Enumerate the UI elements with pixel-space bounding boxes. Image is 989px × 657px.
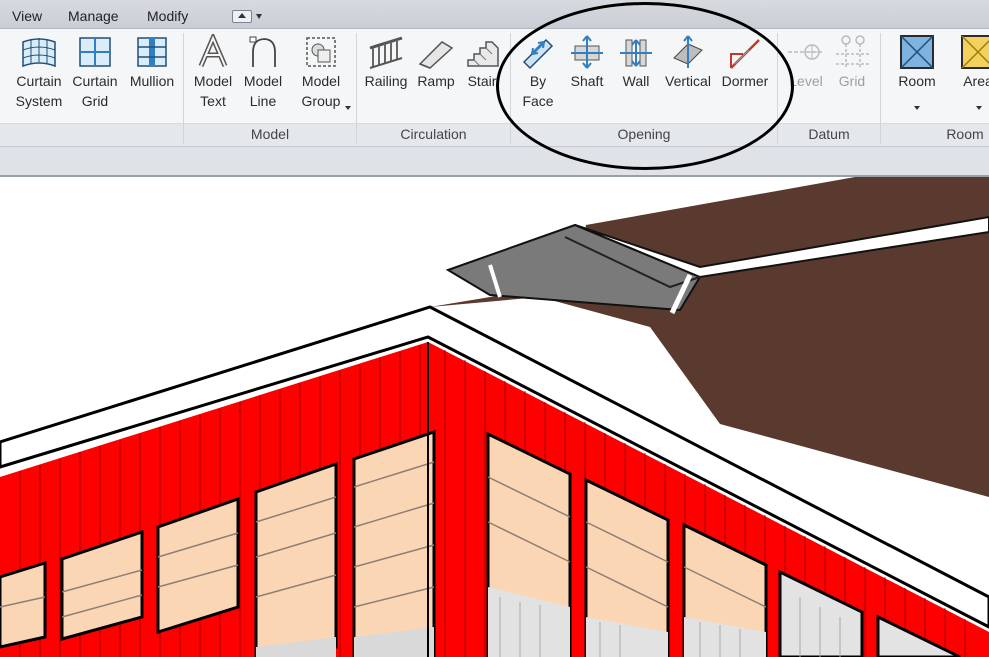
model-group-icon [306,37,336,67]
ramp-icon [418,41,454,69]
model-line-label-line2: Line [249,93,277,109]
stair-button[interactable]: Stair [460,32,504,91]
vertical-opening-icon [673,35,703,68]
curtain-system-icon [22,38,56,68]
model-group-label-line2: Group [301,93,341,109]
panel-title-datum: Datum [808,126,850,142]
curtain-grid-button[interactable]: Curtain Grid [68,32,122,111]
mullion-label: Mullion [129,73,175,89]
stair-label: Stair [467,73,497,89]
ribbon: Curtain System Curtain Grid Mullion Mode… [0,29,989,147]
stair-icon [467,41,499,67]
dormer-icon [730,39,760,69]
area-label: Area [963,73,989,89]
3d-viewport[interactable] [0,177,989,657]
model-text-label-line2: Text [200,93,226,109]
shaft-icon [571,35,603,69]
wall-opening-icon [620,39,652,67]
curtain-system-button[interactable]: Curtain System [12,32,66,111]
options-bar [0,147,989,177]
building-model-view[interactable] [0,177,989,657]
level-button[interactable]: Level [784,32,828,91]
curtain-grid-label-line1: Curtain [72,73,118,89]
opening-shaft-button[interactable]: Shaft [565,32,609,91]
opening-dormer-button[interactable]: Dormer [718,32,772,91]
grid-label: Grid [838,73,866,89]
curtain-system-label-line1: Curtain [16,73,62,89]
menu-modify[interactable]: Modify [147,8,188,24]
menu-manage[interactable]: Manage [68,8,119,24]
model-group-button[interactable]: Model Group [295,32,351,111]
level-label: Level [789,73,823,89]
railing-button[interactable]: Railing [362,32,410,91]
level-icon [788,44,824,60]
by-face-label-line2: Face [522,93,554,109]
grid-button[interactable]: Grid [830,32,874,91]
model-line-icon [249,36,276,67]
ramp-button[interactable]: Ramp [414,32,458,91]
room-icon [900,35,934,69]
area-icon [961,35,989,69]
by-face-icon [522,38,554,70]
curtain-system-label-line2: System [15,93,63,109]
chevron-down-icon[interactable] [914,106,920,110]
model-text-icon [198,34,228,67]
mullion-button[interactable]: Mullion [125,32,179,91]
curtain-grid-label-line2: Grid [81,93,109,109]
menu-bar: View Manage Modify [0,0,989,29]
panel-title-circulation: Circulation [400,126,467,142]
model-group-label-line1: Model [301,73,341,89]
chevron-down-icon[interactable] [345,106,351,110]
curtain-grid-icon [79,37,111,67]
panel-title-bar-build [0,123,183,146]
menu-view[interactable]: View [12,8,42,24]
railing-label: Railing [364,73,408,89]
mullion-icon [137,37,167,67]
panel-title-opening: Opening [617,126,671,142]
panel-title-model: Model [250,126,290,142]
panel-title-room: Room [946,126,984,142]
ramp-label: Ramp [417,73,455,89]
opening-by-face-button[interactable]: By Face [516,32,560,111]
wall-label: Wall [622,73,650,89]
model-line-label-line1: Model [243,73,283,89]
vertical-label: Vertical [665,73,711,89]
model-text-label-line1: Model [193,73,233,89]
by-face-label-line1: By [529,73,547,89]
chevron-down-icon[interactable] [976,106,982,110]
shaft-label: Shaft [570,73,604,89]
dormer-label: Dormer [721,73,769,89]
grid-icon [836,35,870,68]
area-button[interactable]: Area [954,32,989,110]
model-text-button[interactable]: Model Text [188,32,238,111]
room-button[interactable]: Room [892,32,942,110]
ribbon-options-dropdown-icon[interactable] [256,14,262,19]
ribbon-minimize-button[interactable] [232,10,252,23]
room-label: Room [898,73,936,89]
opening-vertical-button[interactable]: Vertical [662,32,714,91]
model-line-button[interactable]: Model Line [240,32,286,111]
opening-wall-button[interactable]: Wall [614,32,658,91]
railing-icon [369,36,403,69]
